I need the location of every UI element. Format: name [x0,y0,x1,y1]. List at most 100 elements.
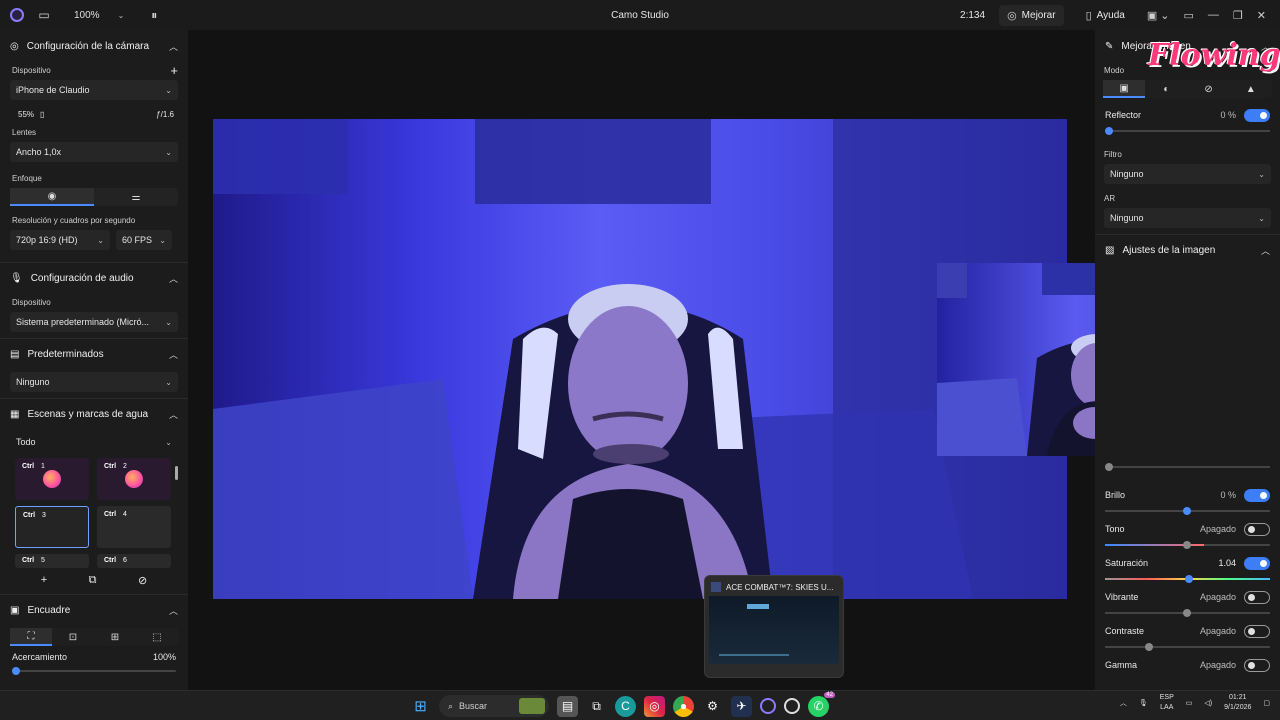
chevron-down-icon: ⌄ [1258,169,1265,179]
lens-select[interactable]: Ancho 1,0x ⌄ [10,142,178,162]
scenes-section-header[interactable]: ▦ Escenas y marcas de agua ︿ [0,398,188,430]
saturation-toggle[interactable] [1244,556,1270,570]
presets-section-header[interactable]: ▤ Predeterminados ︿ [0,338,188,370]
portrait-mode-icon[interactable]: ▣ [1103,80,1146,98]
windows-start-icon[interactable]: ⊞ [410,696,431,717]
scene-scrollbar[interactable] [175,466,178,480]
chevron-up-icon[interactable]: ︿ [1120,698,1127,708]
brightness-slider[interactable] [1105,507,1270,515]
file-explorer-icon[interactable]: ▤ [557,695,578,717]
scene-thumb-5[interactable]: Ctrl 5 [15,554,89,568]
tone-toggle[interactable] [1244,522,1270,536]
vibrance-toggle[interactable] [1244,590,1270,604]
add-scene-icon[interactable]: + [41,574,47,586]
zoom-slider-knob[interactable] [12,667,20,675]
obs-icon[interactable] [784,698,800,714]
scene-thumb-3[interactable]: Ctrl 3 [15,506,89,548]
image-settings-header[interactable]: ▨ Ajustes de la imagen ︿ [1095,234,1280,266]
scene-thumb-1[interactable]: Ctrl 1 [15,458,89,500]
contrast-slider[interactable] [1105,643,1270,651]
vibrance-slider[interactable] [1105,609,1270,617]
chevron-up-icon: ︿ [168,274,178,284]
brightness-slider-knob[interactable] [1183,507,1191,515]
restore-icon[interactable]: ❐ [1233,9,1243,22]
vibrance-slider-knob[interactable] [1183,609,1191,617]
ace-combat-icon[interactable]: ✈ [731,695,752,717]
language-indicator[interactable]: ESP LAA [1160,693,1174,713]
camo-taskbar-icon[interactable] [760,698,776,714]
scene-thumb-4[interactable]: Ctrl 4 [97,506,171,548]
reflector-toggle[interactable] [1244,108,1270,122]
microphone-tray-icon[interactable]: 🎙 [1139,699,1148,707]
blur-mode-icon[interactable]: ◐ [1145,80,1187,98]
instagram-icon[interactable]: ◎ [644,695,665,717]
help-button[interactable]: ▯ Ayuda [1078,5,1133,26]
scene-shortcut: Ctrl [22,557,35,564]
tone-slider-knob[interactable] [1183,541,1191,549]
zoom-slider[interactable] [12,667,176,675]
hide-bg-icon[interactable]: ⊘ [1188,80,1230,98]
steam-icon[interactable]: ⚙ [702,696,723,717]
scenes-icon: ▦ [10,409,20,420]
camo-logo-icon[interactable] [10,8,24,22]
camera-device-select[interactable]: iPhone de Claudio ⌄ [10,80,178,100]
framing-center-icon[interactable]: ⊞ [94,628,136,646]
resolution-select[interactable]: 720p 16:9 (HD) ⌄ [10,230,110,250]
camera-section-header[interactable]: ◎ Configuración de la cámara ︿ [0,30,188,62]
clock[interactable]: 01:21 9/1/2026 [1224,693,1251,713]
panel-layout-icon[interactable]: ▭ [1184,9,1194,22]
scenes-filter-select[interactable]: Todo ⌄ [10,432,178,452]
chrome-icon[interactable]: ● [673,695,694,717]
contrast-slider-knob[interactable] [1145,643,1153,651]
whatsapp-icon[interactable]: ✆ 42 [808,691,835,717]
fps-select[interactable]: 60 FPS ⌄ [116,230,172,250]
gamma-toggle[interactable] [1244,658,1270,672]
minimize-icon[interactable]: — [1208,9,1219,21]
manual-focus-icon[interactable]: ⚌ [94,188,178,206]
contrast-toggle[interactable] [1244,624,1270,638]
brightness-toggle[interactable] [1244,488,1270,502]
framing-fit-icon[interactable]: ⛶ [10,628,52,646]
scene-thumb-2[interactable]: Ctrl 2 [97,458,171,500]
watermark-icon[interactable]: ⧉ [89,574,97,587]
add-device-icon[interactable]: + [170,63,178,78]
pause-icon[interactable]: ⏸ [144,8,164,23]
search-label: Buscar [459,701,488,711]
sidebar-toggle-icon[interactable]: ▭ [34,8,54,22]
remove-overlay-icon[interactable]: ⊘ [138,574,147,587]
ar-select[interactable]: Ninguno ⌄ [1104,208,1271,228]
camera-menu-icon[interactable]: ▣ ⌄ [1147,9,1170,22]
audio-device-select[interactable]: Sistema predeterminado (Micró... ⌄ [10,312,178,332]
exposure-slider-knob[interactable] [1105,463,1113,471]
framing-section-header[interactable]: ▣ Encuadre ︿ [0,594,188,626]
audio-section-header[interactable]: 🎙 Configuración de audio ︿ [0,262,188,294]
enhance-button[interactable]: ◎ Mejorar [999,4,1064,26]
scene-shortcut: Ctrl [23,512,36,519]
presets-select[interactable]: Ninguno ⌄ [10,372,178,392]
scene-thumb-6[interactable]: Ctrl 6 [97,554,171,568]
person-mode-icon[interactable]: ▲ [1230,80,1272,98]
filter-select[interactable]: Ninguno ⌄ [1104,164,1271,184]
taskbar-search[interactable]: ⌕ Buscar [439,695,549,717]
preview-thumbnail [709,596,839,664]
tone-slider[interactable] [1105,541,1270,549]
aperture-value: ƒ/1.6 [156,109,174,119]
saturation-value: 1.04 [1218,558,1236,568]
framing-track-icon[interactable]: ⊡ [52,628,94,646]
exposure-slider[interactable] [1105,463,1270,471]
framing-free-icon[interactable]: ⬚ [136,628,178,646]
resolution-value: 720p 16:9 (HD) [16,235,78,245]
capcut-icon[interactable]: ⧉ [586,696,607,717]
window-preview-popup[interactable]: ACE COMBAT™7: SKIES U... [704,575,844,678]
network-icon[interactable]: ▭ [1186,699,1193,707]
auto-focus-icon[interactable]: ◉ [10,188,94,206]
saturation-slider[interactable] [1105,575,1270,583]
close-icon[interactable]: ✕ [1257,9,1266,22]
notification-icon[interactable]: ▢ [1263,699,1270,707]
volume-icon[interactable]: ◁) [1204,699,1212,707]
cortana-icon[interactable]: C [615,695,636,717]
reflector-slider-knob[interactable] [1105,127,1113,135]
reflector-slider[interactable] [1105,127,1270,135]
zoom-select[interactable]: 100% ⌄ [64,4,134,26]
saturation-slider-knob[interactable] [1185,575,1193,583]
